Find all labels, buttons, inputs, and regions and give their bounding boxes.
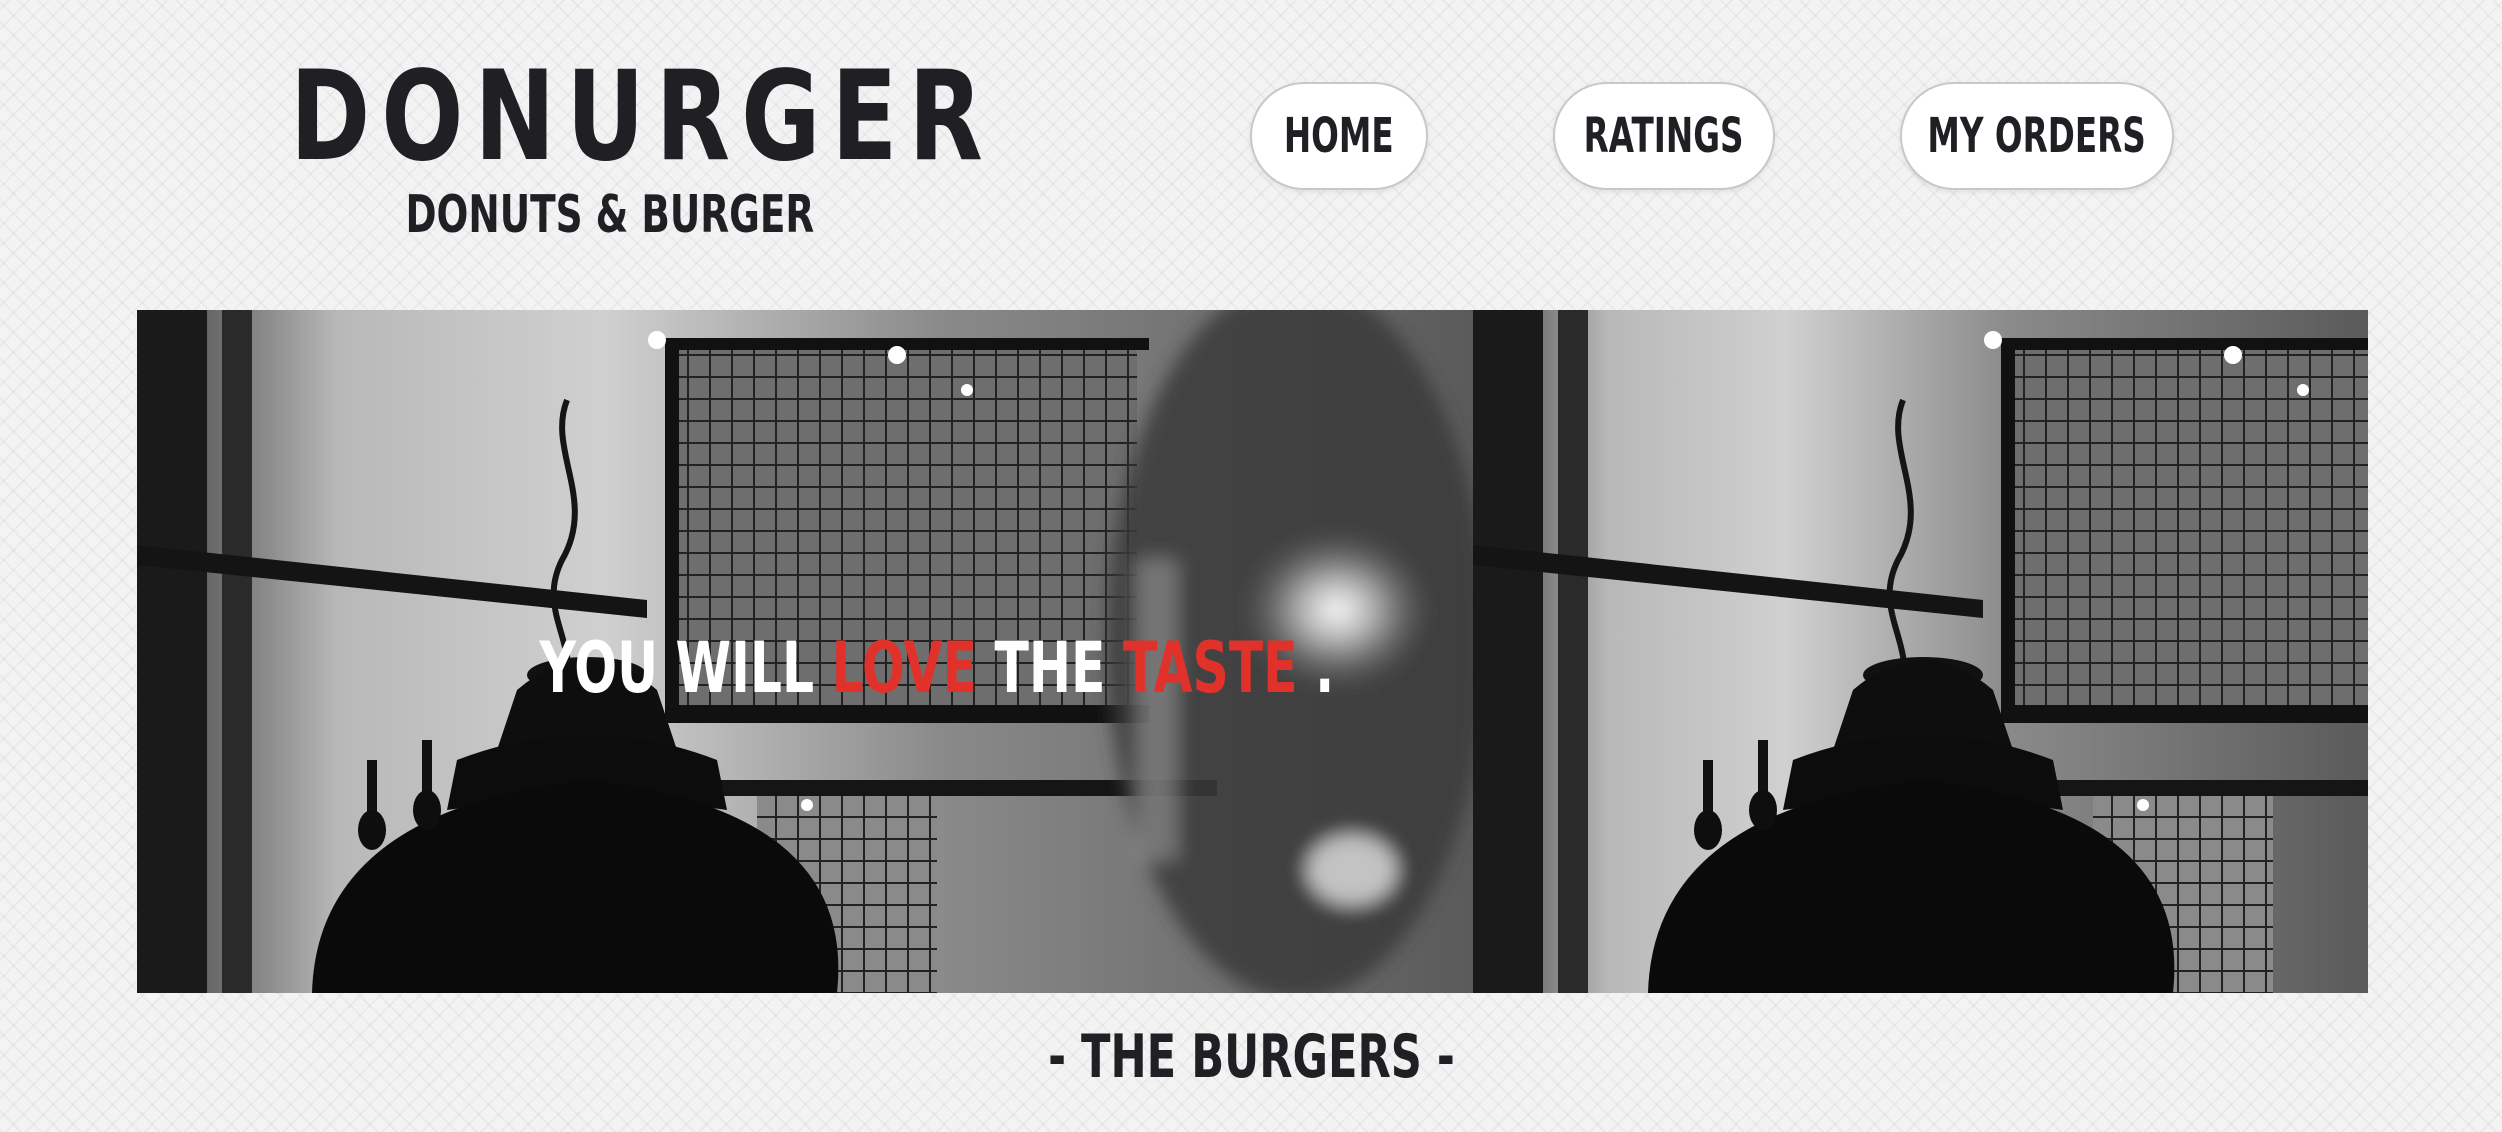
section-heading: - THE BURGERS - [1047, 1022, 1455, 1092]
nav-ratings-label: RATINGS [1584, 108, 1744, 164]
nav-my-orders-button[interactable]: MY ORDERS [1900, 82, 2174, 190]
tagline-part-5: . [1297, 627, 1335, 709]
tagline-part-1: YOU WILL [539, 627, 832, 709]
hero-tagline: YOU WILL LOVE THE TASTE . [137, 628, 1737, 708]
logo-title: DONURGER [290, 45, 994, 189]
nav-ratings-button[interactable]: RATINGS [1553, 82, 1775, 190]
logo[interactable]: DONURGER DONUTS & BURGER [290, 45, 994, 244]
nav-home-button[interactable]: HOME [1250, 82, 1428, 190]
tagline-part-4: TASTE [1123, 627, 1298, 709]
nav-home-label: HOME [1284, 108, 1394, 164]
tagline-part-3: THE [977, 627, 1124, 709]
hero-banner: YOU WILL LOVE THE TASTE . [137, 310, 2368, 993]
tagline-part-2: LOVE [831, 627, 978, 709]
nav-my-orders-label: MY ORDERS [1927, 108, 2147, 164]
logo-subtitle: DONUTS & BURGER [405, 185, 815, 245]
